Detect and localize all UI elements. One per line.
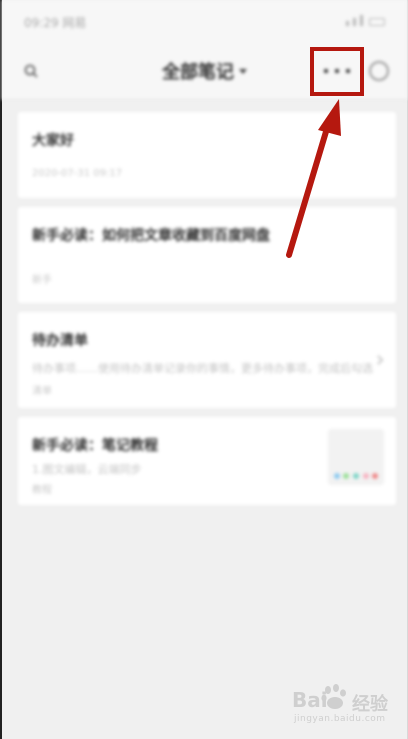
watermark-brand-right: 经验 [352,694,388,715]
watermark-url: jingyan.baidu.com [294,714,386,724]
paw-icon [321,684,346,709]
annotation-arrow [286,99,341,258]
baidu-jingyan-watermark: Bai 经验 jingyan.baidu.com [292,684,402,734]
phone-screen: 09:29 网易 全部笔记 大家好 2020-07-31 09:17 新手必读：… [0,0,408,739]
